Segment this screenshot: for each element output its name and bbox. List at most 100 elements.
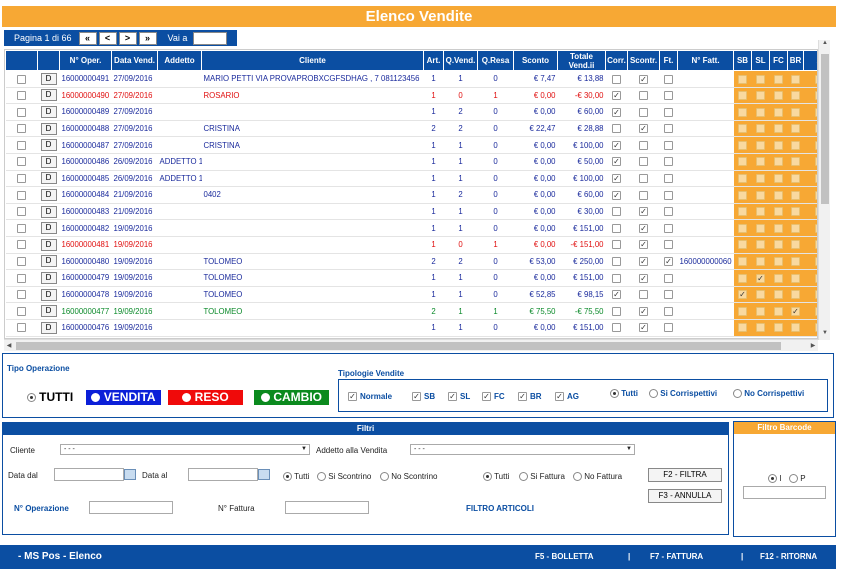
checkbox-icon[interactable]: [17, 74, 26, 84]
next-page-button[interactable]: >: [118, 31, 137, 45]
table-row[interactable]: D 16000000478 19/09/2016 TOLOMEO 1 1 0 € 52,85 €…: [5, 286, 817, 304]
corr-radio-no[interactable]: No Corrispettivi: [733, 389, 804, 399]
op-cambio-button[interactable]: CAMBIO: [254, 390, 329, 405]
checkbox-icon[interactable]: [664, 190, 673, 200]
column-header[interactable]: Art.: [423, 50, 444, 71]
detail-button[interactable]: D: [40, 172, 57, 185]
checkbox-icon[interactable]: [774, 257, 783, 267]
scroll-up-icon[interactable]: ▲: [819, 40, 831, 50]
checkbox-icon[interactable]: [791, 124, 800, 134]
bolletta-shortcut[interactable]: F5 - BOLLETTA: [535, 545, 594, 569]
checkbox-icon[interactable]: [664, 157, 673, 167]
checkbox-icon[interactable]: [774, 140, 783, 150]
checkbox-icon[interactable]: [738, 190, 747, 200]
column-header[interactable]: Ft.: [659, 50, 678, 71]
checkbox-checked-icon[interactable]: ✓: [612, 190, 621, 200]
table-row[interactable]: D 16000000485 26/09/2016 ADDETTO 1 1 1 0 € 0,00…: [5, 170, 817, 188]
column-header[interactable]: Data Vend.: [111, 50, 158, 71]
checkbox-icon[interactable]: [738, 157, 747, 167]
tipologia-sb[interactable]: ✓ SB: [412, 392, 435, 402]
checkbox-icon[interactable]: [612, 207, 621, 217]
column-header[interactable]: N° Oper.: [59, 50, 112, 71]
checkbox-icon[interactable]: [639, 290, 648, 300]
checkbox-checked-icon[interactable]: ✓: [612, 107, 621, 117]
checkbox-icon[interactable]: [791, 240, 800, 250]
checkbox-icon[interactable]: [17, 91, 26, 101]
detail-button[interactable]: D: [40, 288, 57, 301]
checkbox-icon[interactable]: [791, 273, 800, 283]
checkbox-icon[interactable]: [612, 223, 621, 233]
checkbox-icon[interactable]: [756, 190, 765, 200]
filtro-articoli-link[interactable]: FILTRO ARTICOLI: [466, 504, 534, 513]
detail-button[interactable]: D: [40, 222, 57, 235]
fattura-radio-si[interactable]: Si Fattura: [519, 472, 565, 482]
checkbox-icon[interactable]: [664, 140, 673, 150]
addetto-select[interactable]: - - - ▼: [410, 444, 635, 455]
column-header[interactable]: Totale Vend.ii: [557, 50, 606, 71]
checkbox-icon[interactable]: [756, 257, 765, 267]
detail-button[interactable]: D: [40, 255, 57, 268]
checkbox-icon[interactable]: [756, 107, 765, 117]
scroll-down-icon[interactable]: ▼: [819, 330, 831, 340]
first-page-button[interactable]: «: [78, 31, 97, 45]
checkbox-icon[interactable]: [791, 290, 800, 300]
checkbox-icon[interactable]: [664, 323, 673, 333]
checkbox-checked-icon[interactable]: ✓: [639, 240, 648, 250]
checkbox-icon[interactable]: [791, 91, 800, 101]
barcode-radio-p[interactable]: P: [789, 474, 806, 484]
checkbox-icon[interactable]: [791, 323, 800, 333]
checkbox-icon[interactable]: [738, 124, 747, 134]
checkbox-icon[interactable]: [756, 157, 765, 167]
column-header[interactable]: FC: [769, 50, 788, 71]
checkbox-icon[interactable]: [774, 290, 783, 300]
checkbox-icon[interactable]: [639, 174, 648, 184]
hscroll-thumb[interactable]: [16, 342, 781, 350]
tipologia-br[interactable]: ✓ BR: [518, 392, 542, 402]
column-header[interactable]: [5, 50, 38, 71]
checkbox-icon[interactable]: [791, 223, 800, 233]
scroll-left-icon[interactable]: ◀: [4, 340, 14, 352]
goto-page-input[interactable]: [193, 31, 228, 45]
column-header[interactable]: Q.Vend.: [443, 50, 478, 71]
table-row[interactable]: D 16000000476 19/09/2016 1 1 0 € 0,00 € 151,00 ✓: [5, 319, 817, 337]
checkbox-icon[interactable]: [774, 174, 783, 184]
checkbox-icon[interactable]: [738, 174, 747, 184]
checkbox-icon[interactable]: [756, 174, 765, 184]
checkbox-icon[interactable]: [664, 174, 673, 184]
checkbox-icon[interactable]: [17, 273, 26, 283]
checkbox-icon[interactable]: [612, 323, 621, 333]
column-header[interactable]: A: [803, 50, 817, 71]
checkbox-checked-icon[interactable]: ✓: [639, 207, 648, 217]
checkbox-checked-icon[interactable]: ✓: [639, 306, 648, 316]
table-row[interactable]: D 16000000491 27/09/2016 MARIO PETTI VIA PR…: [5, 70, 817, 88]
checkbox-icon[interactable]: [774, 306, 783, 316]
tipologia-normale[interactable]: ✓ Normale: [348, 392, 392, 402]
checkbox-icon[interactable]: [756, 140, 765, 150]
op-tutti-button[interactable]: TUTTI: [22, 390, 78, 405]
checkbox-icon[interactable]: [738, 107, 747, 117]
checkbox-icon[interactable]: [612, 257, 621, 267]
checkbox-icon[interactable]: [738, 207, 747, 217]
checkbox-icon[interactable]: [774, 190, 783, 200]
ritorna-shortcut[interactable]: F12 - RITORNA: [760, 545, 817, 569]
detail-button[interactable]: D: [40, 271, 57, 284]
detail-button[interactable]: D: [40, 205, 57, 218]
last-page-button[interactable]: »: [138, 31, 157, 45]
table-row[interactable]: D 16000000481 19/09/2016 1 0 1 € 0,00 -€ 151,00…: [5, 236, 817, 254]
checkbox-icon[interactable]: [664, 124, 673, 134]
detail-button[interactable]: D: [40, 188, 57, 201]
horizontal-scrollbar[interactable]: ◀ ▶: [4, 339, 818, 351]
checkbox-icon[interactable]: [664, 273, 673, 283]
table-row[interactable]: D 16000000487 27/09/2016 CRISTINA 1 1 0 € 0,00 €…: [5, 136, 817, 154]
scontrino-radio-tutti[interactable]: Tutti: [283, 472, 309, 482]
data-dal-input[interactable]: [54, 468, 124, 481]
checkbox-icon[interactable]: [791, 140, 800, 150]
column-header[interactable]: Scontr.: [627, 50, 660, 71]
scontrino-radio-si[interactable]: Si Scontrino: [317, 472, 371, 482]
checkbox-icon[interactable]: [738, 306, 747, 316]
barcode-input[interactable]: [743, 486, 826, 499]
column-header[interactable]: N° Fatt.: [677, 50, 734, 71]
checkbox-icon[interactable]: [756, 74, 765, 84]
checkbox-icon[interactable]: [664, 290, 673, 300]
checkbox-icon[interactable]: [774, 74, 783, 84]
